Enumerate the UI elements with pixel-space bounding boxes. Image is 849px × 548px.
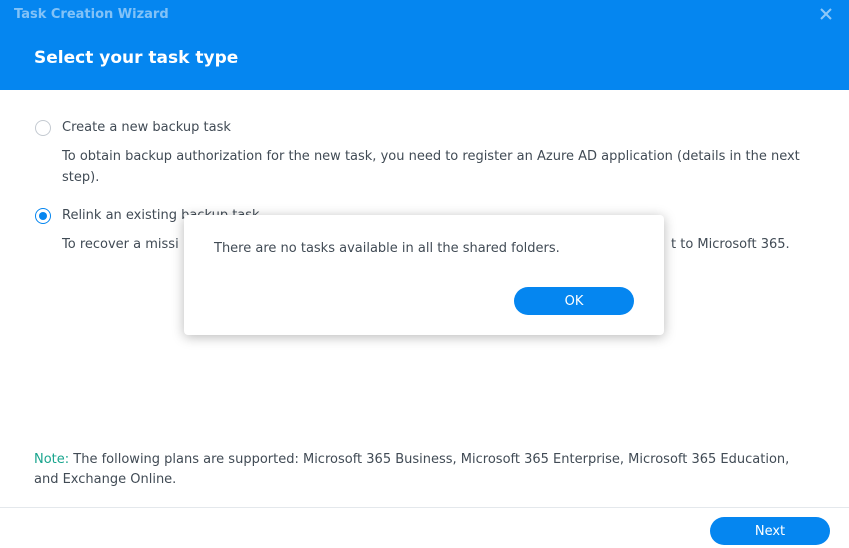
option-description-relink-right: t to Microsoft 365. [671, 237, 790, 252]
dialog-message: There are no tasks available in all the … [214, 241, 560, 256]
close-icon[interactable] [818, 6, 834, 22]
page-title: Select your task type [34, 48, 239, 68]
supported-plans-note: Note: The following plans are supported:… [34, 450, 794, 490]
next-button[interactable]: Next [710, 517, 830, 545]
ok-button[interactable]: OK [514, 287, 634, 315]
footer-divider [0, 507, 849, 508]
alert-dialog: There are no tasks available in all the … [184, 215, 664, 335]
radio-create-new-backup[interactable] [35, 120, 51, 136]
option-label-create-new[interactable]: Create a new backup task [62, 120, 231, 135]
note-text: The following plans are supported: Micro… [34, 452, 790, 487]
wizard-header: Task Creation Wizard Select your task ty… [0, 0, 849, 90]
radio-relink-existing[interactable] [35, 208, 51, 224]
option-description-relink-left: To recover a missi [62, 237, 179, 252]
window-title: Task Creation Wizard [14, 7, 169, 22]
note-label: Note: [34, 452, 70, 467]
option-description-create-new: To obtain backup authorization for the n… [62, 149, 800, 185]
